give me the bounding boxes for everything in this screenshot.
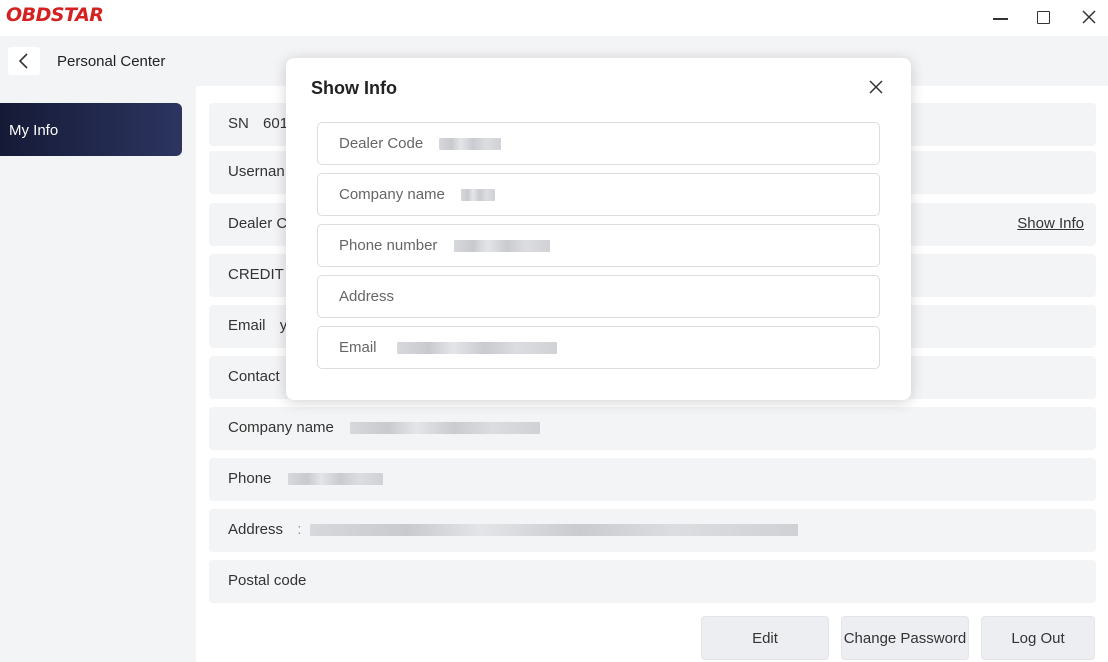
maximize-button[interactable]: [1028, 4, 1058, 30]
back-button[interactable]: [8, 47, 40, 75]
info-row-phone: Phone: [209, 458, 1096, 501]
change-password-button[interactable]: Change Password: [841, 616, 969, 660]
info-row-address: Address :: [209, 509, 1096, 552]
row-label: SN: [228, 115, 249, 132]
show-info-dialog: Show Info Dealer Code Company name Phone…: [286, 58, 911, 400]
log-out-button[interactable]: Log Out: [981, 616, 1095, 660]
redacted-value: [453, 240, 550, 253]
redacted-value: [287, 473, 383, 486]
close-icon: [869, 80, 883, 94]
phone-number-field: Phone number: [317, 224, 880, 267]
title-bar: OBDSTAR: [0, 0, 1108, 36]
obdstar-logo: OBDSTAR: [6, 4, 104, 26]
field-label: Phone number: [339, 237, 438, 254]
show-info-link[interactable]: Show Info: [1017, 215, 1084, 232]
minimize-button[interactable]: [985, 4, 1015, 30]
row-label: CREDIT I: [228, 266, 292, 283]
close-icon: [1082, 10, 1096, 24]
redacted-value: [309, 524, 798, 537]
window-close-button[interactable]: [1074, 4, 1104, 30]
row-label: Phone: [228, 470, 272, 487]
edit-button[interactable]: Edit: [701, 616, 829, 660]
redacted-value: [396, 342, 557, 355]
info-row-postal-code: Postal code: [209, 560, 1096, 603]
row-label: Dealer C: [228, 215, 288, 232]
redacted-value: [439, 138, 502, 151]
minimize-icon: [992, 18, 1008, 20]
sidebar-item-label: My Info: [9, 122, 59, 139]
company-name-field: Company name: [317, 173, 880, 216]
sidebar-item-my-info[interactable]: My Info: [0, 103, 182, 156]
dialog-title: Show Info: [311, 78, 397, 98]
field-label: Company name: [339, 186, 445, 203]
dialog-close-button[interactable]: [864, 75, 888, 99]
row-label: Address: [228, 521, 284, 538]
dealer-code-field: Dealer Code: [317, 122, 880, 165]
address-field: Address: [317, 275, 880, 318]
field-label: Dealer Code: [339, 135, 424, 152]
field-label: Email: [339, 339, 377, 356]
row-label: Email: [228, 317, 266, 334]
field-label: Address: [339, 288, 395, 305]
row-value: :: [297, 521, 302, 538]
row-value: 601: [263, 115, 289, 132]
redacted-value: [461, 189, 496, 202]
email-field: Email: [317, 326, 880, 369]
row-label: Company name: [228, 419, 334, 436]
row-label: Postal code: [228, 572, 307, 589]
chevron-left-icon: [18, 53, 28, 69]
page-title: Personal Center: [57, 53, 166, 70]
row-label: Usernan: [228, 163, 285, 180]
maximize-icon: [1036, 10, 1050, 24]
sidebar: My Info: [0, 86, 196, 662]
info-row-company-name: Company name: [209, 407, 1096, 450]
redacted-value: [350, 422, 541, 435]
row-label: Contact: [228, 368, 280, 385]
